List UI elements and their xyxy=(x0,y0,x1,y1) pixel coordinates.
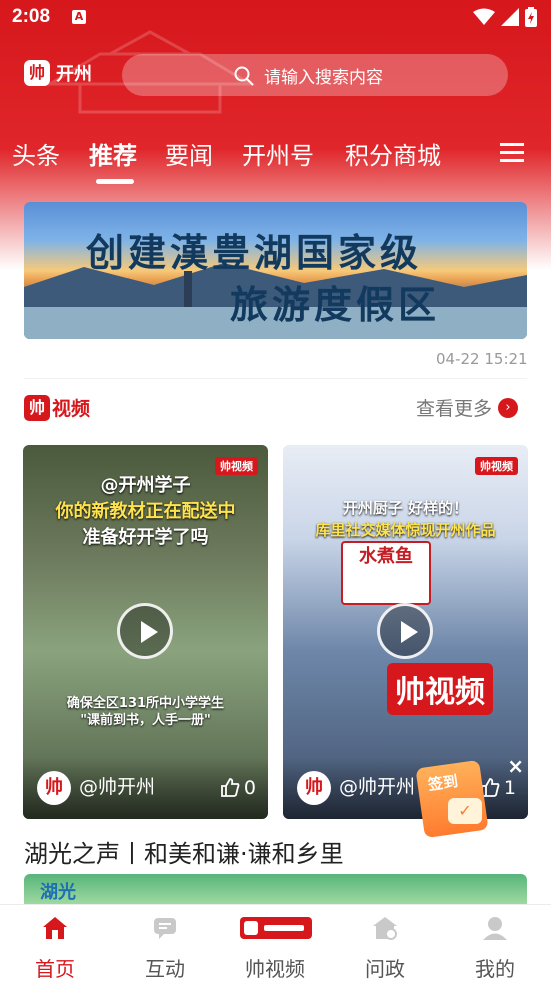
chevron-right-icon: › xyxy=(498,397,519,418)
nav-government-label: 问政 xyxy=(365,957,405,981)
thumbnail-text: 湖光 xyxy=(40,882,76,903)
video-card-1[interactable]: 帅视频 @开州学子 你的新教材正在配送中 准备好开学了吗 确保全区131所中小学… xyxy=(23,445,268,819)
shuai-video-icon xyxy=(240,917,312,939)
tab-kaizhou-hao[interactable]: 开州号 xyxy=(242,136,314,171)
channel-tabs: 头条 推荐 要闻 开州号 积分商城 xyxy=(0,132,551,190)
nav-shuai-video-label: 帅视频 xyxy=(245,957,305,981)
search-placeholder: 请输入搜索内容 xyxy=(264,67,383,88)
status-icons xyxy=(473,7,537,27)
menu-icon[interactable] xyxy=(500,142,524,164)
checkmark-icon: ✓ xyxy=(448,798,482,824)
nav-interact-label: 互动 xyxy=(145,957,185,981)
bottom-navigation: 首页 互动 帅视频 问政 我的 xyxy=(0,904,551,981)
section-logo-text: 视频 xyxy=(52,398,91,420)
government-icon xyxy=(373,917,397,940)
tab-headlines[interactable]: 头条 xyxy=(12,136,60,171)
app-notification-icon: A xyxy=(72,10,86,24)
divider xyxy=(24,378,527,379)
card-title-line1: 开州厨子 好样的！ xyxy=(342,499,469,517)
chat-icon xyxy=(154,918,176,939)
nav-government[interactable]: 问政 xyxy=(330,905,440,981)
wifi-icon xyxy=(473,8,495,25)
nav-profile-label: 我的 xyxy=(475,957,515,981)
tab-recommended[interactable]: 推荐 xyxy=(89,136,137,171)
banner-date: 04-22 15:21 xyxy=(436,350,528,368)
card-subtitle-line2: "课前到书，人手一册" xyxy=(80,713,211,728)
shuai-video-watermark: 帅视频 xyxy=(387,663,493,715)
nav-shuai-video[interactable]: 帅视频 xyxy=(220,905,330,981)
card-title-line1: @开州学子 xyxy=(100,475,191,496)
article-headline[interactable]: 湖光之声丨和美和谦·谦和乡里 xyxy=(24,834,344,869)
section-logo-mark: 帅 xyxy=(24,394,50,421)
brand[interactable]: 帅 开州 xyxy=(24,60,92,86)
see-more-label: 查看更多 xyxy=(416,398,493,420)
banner-image[interactable]: 创建漢豊湖国家级 旅游度假区 xyxy=(24,202,527,339)
thumbs-up-icon xyxy=(221,778,240,797)
nav-interact[interactable]: 互动 xyxy=(110,905,220,981)
like-button[interactable]: 0 xyxy=(220,777,256,799)
card-mini-logo: 帅视频 xyxy=(475,457,518,475)
battery-icon xyxy=(525,7,537,27)
play-icon[interactable] xyxy=(117,603,173,659)
home-icon xyxy=(43,917,67,939)
tab-points-mall[interactable]: 积分商城 xyxy=(345,136,441,171)
brand-name: 开州 xyxy=(56,64,92,85)
see-more-button[interactable]: 查看更多 › xyxy=(416,394,519,421)
card-title-line2: 你的新教材正在配送中 xyxy=(55,501,236,522)
active-tab-indicator xyxy=(96,179,134,184)
search-input[interactable]: 请输入搜索内容 xyxy=(122,54,508,96)
play-icon[interactable] xyxy=(377,603,433,659)
article-thumbnail[interactable]: 湖光 xyxy=(24,874,527,904)
close-icon[interactable]: × xyxy=(507,754,524,778)
avatar[interactable]: 帅 xyxy=(297,771,331,805)
brand-logo: 帅 xyxy=(24,60,50,86)
nav-profile[interactable]: 我的 xyxy=(440,905,550,981)
avatar[interactable]: 帅 xyxy=(37,771,71,805)
shuai-video-section-logo: 帅 视频 xyxy=(24,394,90,421)
card-subtitle: 确保全区131所中小学学生 "课前到书，人手一册" xyxy=(23,695,268,729)
banner-title-line1: 创建漢豊湖国家级 xyxy=(86,230,423,275)
card-title-line3: 准备好开学了吗 xyxy=(82,527,209,548)
status-time: 2:08 xyxy=(12,6,51,27)
nav-home[interactable]: 首页 xyxy=(0,905,110,981)
like-count: 0 xyxy=(243,777,256,799)
search-icon xyxy=(234,66,254,86)
card-title-line2: 库里社交媒体惊现开州作品 xyxy=(315,521,496,539)
banner-title-line2: 旅游度假区 xyxy=(230,282,441,327)
signin-label: 签到 xyxy=(426,771,460,794)
profile-icon xyxy=(483,917,507,940)
tab-news[interactable]: 要闻 xyxy=(165,136,213,171)
nav-home-label: 首页 xyxy=(35,957,75,981)
dish-sign: 水煮鱼 xyxy=(341,541,431,605)
card-subtitle-line1: 确保全区131所中小学学生 xyxy=(66,696,225,711)
signin-widget[interactable]: 签到 ✓ × xyxy=(398,752,530,864)
signal-icon xyxy=(501,8,519,26)
author-name[interactable]: @帅开州 xyxy=(79,772,155,799)
status-bar: 2:08 A xyxy=(0,0,551,36)
